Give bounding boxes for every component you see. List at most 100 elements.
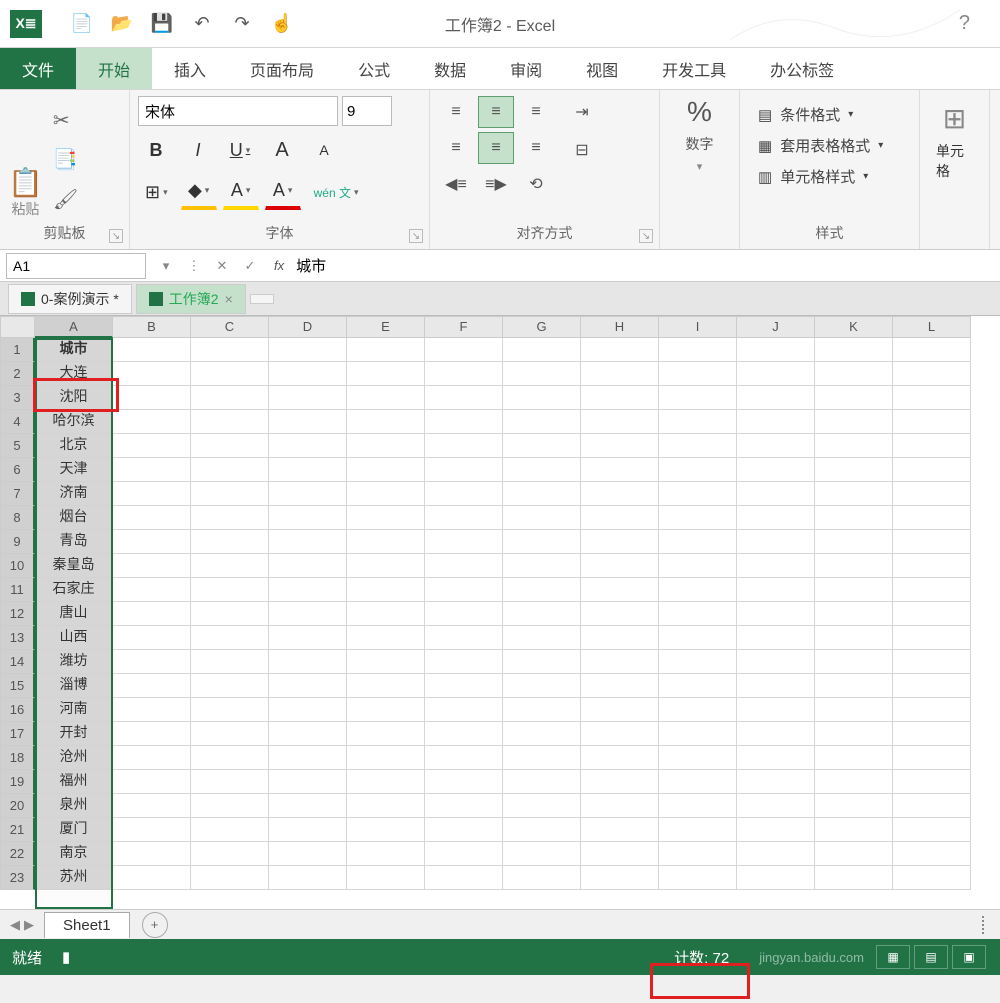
cell[interactable]	[191, 650, 269, 674]
cell[interactable]	[191, 818, 269, 842]
cell[interactable]	[893, 434, 971, 458]
wrap-text-button[interactable]: ⇥	[564, 96, 600, 128]
tab-layout[interactable]: 页面布局	[228, 48, 336, 89]
cell[interactable]	[815, 554, 893, 578]
cell[interactable]	[191, 362, 269, 386]
cell[interactable]	[347, 578, 425, 602]
qat-redo[interactable]: ↷	[222, 4, 262, 44]
cell[interactable]	[893, 338, 971, 362]
cell[interactable]	[269, 866, 347, 890]
cell[interactable]	[581, 746, 659, 770]
cell[interactable]	[269, 458, 347, 482]
cell[interactable]	[347, 506, 425, 530]
cell[interactable]	[113, 866, 191, 890]
cell[interactable]	[503, 362, 581, 386]
cell[interactable]	[737, 674, 815, 698]
cell[interactable]	[737, 842, 815, 866]
cell[interactable]	[737, 746, 815, 770]
cell[interactable]	[815, 698, 893, 722]
cell[interactable]	[581, 626, 659, 650]
cell[interactable]	[815, 818, 893, 842]
cell[interactable]	[815, 482, 893, 506]
format-as-table-button[interactable]: ▦套用表格格式▾	[758, 135, 901, 156]
cell[interactable]	[191, 842, 269, 866]
row-header[interactable]: 7	[0, 482, 35, 506]
cell[interactable]	[425, 434, 503, 458]
cell[interactable]	[269, 530, 347, 554]
cell[interactable]	[815, 746, 893, 770]
cell[interactable]	[269, 434, 347, 458]
cell[interactable]	[269, 770, 347, 794]
cells-icon[interactable]: ⊞	[943, 102, 966, 135]
cell[interactable]	[113, 746, 191, 770]
cell[interactable]	[191, 674, 269, 698]
cell[interactable]	[191, 722, 269, 746]
cell[interactable]: 南京	[35, 842, 113, 866]
cell[interactable]	[191, 386, 269, 410]
cell[interactable]	[815, 530, 893, 554]
cell[interactable]	[659, 554, 737, 578]
cell[interactable]	[347, 458, 425, 482]
cell[interactable]	[269, 722, 347, 746]
cell[interactable]: 山西	[35, 626, 113, 650]
dropdown-icon[interactable]: ▾	[152, 258, 180, 274]
align-top-button[interactable]: ≡	[438, 96, 474, 128]
cell[interactable]	[269, 626, 347, 650]
cell[interactable]	[113, 842, 191, 866]
tab-insert[interactable]: 插入	[152, 48, 228, 89]
cell[interactable]	[503, 338, 581, 362]
cell[interactable]	[425, 722, 503, 746]
cell[interactable]	[659, 674, 737, 698]
col-header-J[interactable]: J	[737, 316, 815, 338]
cell[interactable]	[581, 386, 659, 410]
tab-view[interactable]: 视图	[564, 48, 640, 89]
cell[interactable]	[113, 698, 191, 722]
cell[interactable]	[815, 626, 893, 650]
cell[interactable]	[737, 650, 815, 674]
fx-label[interactable]: fx	[264, 258, 294, 273]
cell[interactable]	[815, 722, 893, 746]
cell[interactable]	[347, 650, 425, 674]
cell[interactable]: 济南	[35, 482, 113, 506]
cell[interactable]	[737, 410, 815, 434]
cell[interactable]: 沈阳	[35, 386, 113, 410]
cell[interactable]	[659, 722, 737, 746]
cell[interactable]	[191, 506, 269, 530]
cell[interactable]	[893, 698, 971, 722]
cell[interactable]: 唐山	[35, 602, 113, 626]
cell[interactable]	[503, 530, 581, 554]
cell[interactable]	[581, 338, 659, 362]
name-box[interactable]	[6, 253, 146, 279]
cell[interactable]	[269, 818, 347, 842]
cell[interactable]	[425, 698, 503, 722]
qat-save[interactable]: 💾	[142, 4, 182, 44]
row-header[interactable]: 2	[0, 362, 35, 386]
orientation-button[interactable]: ⟲	[518, 168, 554, 200]
cell[interactable]	[503, 458, 581, 482]
font-size-input[interactable]	[342, 96, 392, 126]
cell[interactable]	[425, 842, 503, 866]
cell[interactable]	[659, 818, 737, 842]
cell[interactable]	[113, 386, 191, 410]
cell[interactable]: 开封	[35, 722, 113, 746]
cell[interactable]	[269, 794, 347, 818]
col-header-D[interactable]: D	[269, 316, 347, 338]
tab-developer[interactable]: 开发工具	[640, 48, 748, 89]
cell[interactable]	[893, 842, 971, 866]
cell[interactable]	[347, 338, 425, 362]
italic-button[interactable]: I	[180, 132, 216, 168]
col-header-G[interactable]: G	[503, 316, 581, 338]
cell[interactable]	[503, 578, 581, 602]
cell[interactable]	[503, 482, 581, 506]
bold-button[interactable]: B	[138, 132, 174, 168]
cell[interactable]	[191, 602, 269, 626]
cell[interactable]	[425, 602, 503, 626]
cell[interactable]	[581, 410, 659, 434]
cell[interactable]	[893, 866, 971, 890]
cell[interactable]	[347, 722, 425, 746]
fill-color-button[interactable]: ◆	[181, 174, 217, 210]
col-header-B[interactable]: B	[113, 316, 191, 338]
cell[interactable]	[581, 794, 659, 818]
cell[interactable]	[113, 554, 191, 578]
col-header-I[interactable]: I	[659, 316, 737, 338]
